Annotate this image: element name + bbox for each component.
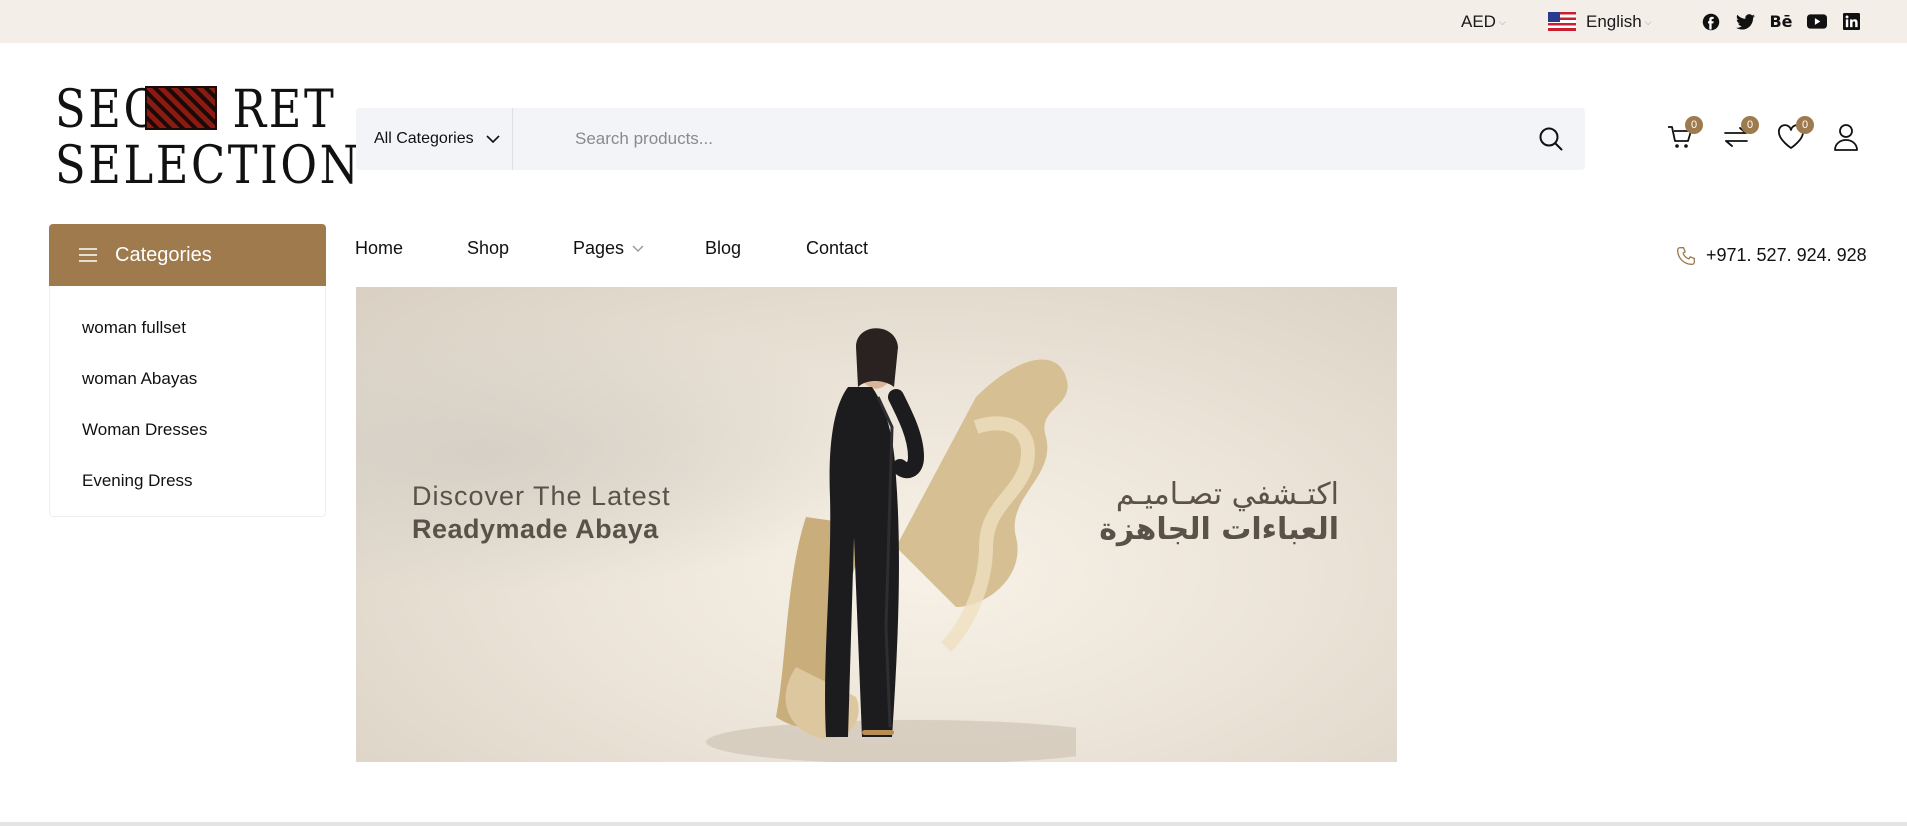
chevron-down-icon: ⌵: [1644, 17, 1652, 27]
language-label: English: [1586, 11, 1642, 31]
compare-button[interactable]: 0: [1719, 116, 1759, 154]
wishlist-count-badge: 0: [1796, 116, 1814, 134]
language-selector[interactable]: English ⌵: [1548, 0, 1652, 43]
us-flag-icon: [1548, 12, 1576, 31]
account-button[interactable]: [1829, 120, 1863, 154]
nav-pages-label: Pages: [573, 238, 625, 258]
nav-contact[interactable]: Contact: [806, 238, 868, 259]
chevron-down-icon: ⌵: [1498, 17, 1506, 27]
search-icon: [1539, 127, 1563, 151]
search-input[interactable]: [513, 108, 1517, 170]
logo-mark: [145, 86, 217, 130]
facebook-icon[interactable]: [1701, 12, 1721, 32]
social-links: Bē: [1701, 0, 1861, 43]
nav-pages[interactable]: Pages: [573, 238, 644, 259]
slider-dot[interactable]: [862, 730, 894, 735]
page-divider: [0, 822, 1907, 826]
banner-heading-line1: Discover The Latest: [412, 481, 671, 511]
category-dropdown-label: All Categories: [374, 130, 474, 147]
user-icon: [1834, 124, 1858, 151]
category-item[interactable]: Woman Dresses: [82, 420, 207, 440]
search-bar: All Categories: [356, 108, 1585, 170]
banner-heading-line2: Readymade Abaya: [412, 514, 659, 544]
banner-arabic-line1: اكتـشفي تصـاميـم: [1115, 477, 1339, 512]
search-button[interactable]: [1517, 108, 1585, 170]
cart-count-badge: 0: [1685, 116, 1703, 134]
category-item[interactable]: Evening Dress: [82, 471, 193, 491]
phone-icon: [1677, 246, 1695, 265]
categories-list: woman fullset woman Abayas Woman Dresses…: [49, 286, 326, 517]
category-item[interactable]: woman fullset: [82, 318, 186, 338]
category-dropdown[interactable]: All Categories: [356, 108, 513, 170]
logo-text: RET: [232, 80, 337, 140]
nav-home[interactable]: Home: [355, 238, 403, 259]
cart-button[interactable]: 0: [1663, 116, 1703, 154]
top-bar: AED ⌵ English ⌵ Bē: [0, 0, 1907, 43]
phone-number: +971. 527. 924. 928: [1706, 245, 1867, 265]
categories-toggle[interactable]: Categories: [49, 224, 326, 286]
nav-blog[interactable]: Blog: [705, 238, 741, 259]
compare-count-badge: 0: [1741, 116, 1759, 134]
nav-shop[interactable]: Shop: [467, 238, 509, 259]
twitter-icon[interactable]: [1735, 12, 1755, 32]
currency-label: AED: [1461, 11, 1496, 31]
hero-banner[interactable]: Discover The Latest Readymade Abaya اكتـ…: [356, 287, 1397, 762]
model-image: [706, 328, 1076, 762]
logo-text: SELECTION: [55, 136, 362, 196]
phone-contact[interactable]: +971. 527. 924. 928: [1676, 245, 1867, 266]
banner-arabic-line2: العباءات الجاهزة: [1099, 512, 1339, 547]
youtube-icon[interactable]: [1807, 12, 1827, 32]
site-logo[interactable]: SEC RET SELECTION: [55, 80, 359, 192]
category-item[interactable]: woman Abayas: [82, 369, 197, 389]
linkedin-icon[interactable]: [1841, 12, 1861, 32]
currency-selector[interactable]: AED ⌵: [1461, 0, 1506, 43]
categories-title: Categories: [115, 243, 212, 266]
behance-icon[interactable]: Bē: [1769, 12, 1793, 32]
wishlist-button[interactable]: 0: [1774, 116, 1814, 154]
chevron-down-icon: [632, 245, 644, 252]
menu-icon: [79, 248, 97, 262]
chevron-down-icon: [486, 134, 500, 143]
